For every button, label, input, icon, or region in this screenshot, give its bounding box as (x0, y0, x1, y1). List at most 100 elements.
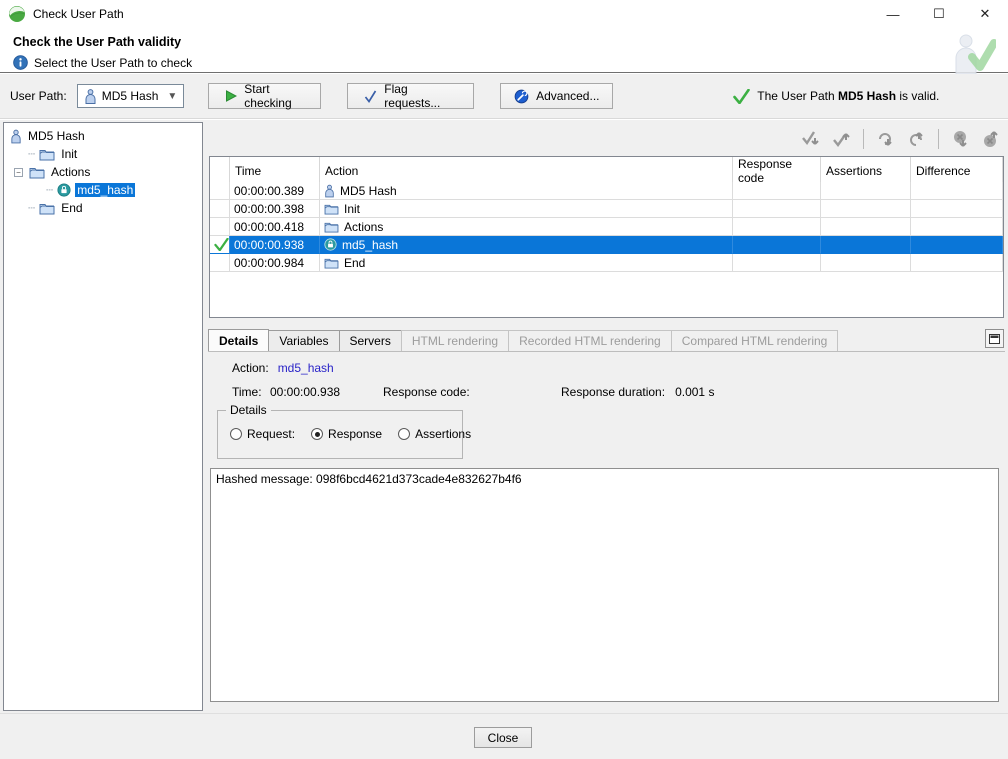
main-area: MD5 Hash ┄ Init − Actions ┄ (0, 120, 1008, 713)
tree-label: End (59, 201, 84, 215)
collapse-expander-icon[interactable]: − (14, 168, 23, 177)
tree-label: Init (59, 147, 79, 161)
play-icon (225, 90, 237, 102)
cell-time: 00:00:00.389 (230, 182, 320, 200)
radio-response-circle[interactable] (311, 428, 323, 440)
column-action[interactable]: Action (320, 157, 733, 185)
info-icon (13, 55, 28, 70)
close-window-button[interactable]: ✕ (962, 0, 1008, 28)
tree-item-init[interactable]: ┄ Init (4, 145, 202, 163)
cell-time: 00:00:00.984 (230, 254, 320, 272)
maximize-button[interactable]: ☐ (916, 0, 962, 28)
table-row[interactable]: 00:00:00.418 Actions (210, 218, 1003, 236)
radio-assertions[interactable]: Assertions (398, 427, 471, 441)
column-response-code[interactable]: Response code (733, 157, 821, 185)
details-tab-content: Action: md5_hash Time: 00:00:00.938 Resp… (208, 351, 1005, 708)
folder-icon (324, 257, 339, 269)
check-flag-icon (364, 90, 377, 103)
request-lock-icon (324, 238, 337, 251)
radio-assertions-circle[interactable] (398, 428, 410, 440)
folder-icon (324, 221, 339, 233)
minimize-button[interactable]: — (870, 0, 916, 28)
footer-bar: Close (0, 713, 1008, 759)
start-checking-button[interactable]: Start checking (208, 83, 321, 109)
user-path-label: User Path: (10, 89, 67, 103)
user-path-tree: MD5 Hash ┄ Init − Actions ┄ (3, 122, 203, 711)
maximize-panel-icon (989, 334, 1000, 344)
user-icon (324, 184, 335, 198)
cell-difference (911, 218, 1003, 236)
tab-html-rendering: HTML rendering (401, 330, 509, 351)
tree-line: ┄ (46, 183, 53, 197)
cell-time: 00:00:00.418 (230, 218, 320, 236)
column-assertions[interactable]: Assertions (821, 157, 911, 185)
valid-watermark-icon (950, 30, 996, 74)
tree-item-actions[interactable]: − Actions (4, 163, 202, 181)
table-row[interactable]: 00:00:00.984 End (210, 254, 1003, 272)
cell-assertions (821, 182, 911, 200)
tree-item-md5-hash[interactable]: ┄ md5_hash (4, 181, 202, 199)
wrench-globe-icon (514, 89, 529, 104)
check-user-path-window: Check User Path — ☐ ✕ Check the User Pat… (0, 0, 1008, 759)
cell-action: md5_hash (320, 236, 733, 254)
response-content-area[interactable]: Hashed message: 098f6bcd4621d373cade4e83… (210, 468, 999, 702)
table-row-selected[interactable]: 00:00:00.938 md5_hash (210, 236, 1003, 254)
cell-response-code (733, 218, 821, 236)
action-value-link[interactable]: md5_hash (278, 361, 334, 375)
tree-item-user-path[interactable]: MD5 Hash (4, 127, 202, 145)
wizard-subtitle: Select the User Path to check (34, 56, 192, 70)
validation-status: The User Path MD5 Hash is valid. (733, 89, 939, 104)
tree-label-selected: md5_hash (75, 183, 135, 197)
folder-icon (29, 166, 45, 179)
column-time[interactable]: Time (230, 157, 320, 185)
tab-compared-html-rendering: Compared HTML rendering (671, 330, 839, 351)
user-path-selected-value: MD5 Hash (102, 89, 159, 103)
status-text: The User Path MD5 Hash is valid. (757, 89, 939, 103)
tree-line: ┄ (28, 147, 35, 161)
folder-icon (39, 202, 55, 215)
previous-error-icon (980, 128, 1002, 150)
folder-icon (39, 148, 55, 161)
app-logo-icon (8, 5, 26, 23)
time-label: Time: (232, 385, 270, 399)
advanced-label: Advanced... (536, 89, 599, 103)
maximize-panel-button[interactable] (985, 329, 1004, 348)
valid-check-icon (214, 238, 229, 251)
advanced-button[interactable]: Advanced... (500, 83, 613, 109)
valid-check-icon (733, 89, 750, 104)
cell-response-code (733, 236, 821, 254)
tab-details[interactable]: Details (208, 329, 269, 351)
cell-response-code (733, 254, 821, 272)
radio-response[interactable]: Response (311, 427, 382, 441)
user-path-select[interactable]: MD5 Hash ▼ (77, 84, 185, 108)
toolbar-separator (863, 129, 864, 149)
start-checking-label: Start checking (244, 82, 304, 110)
cell-assertions (821, 254, 911, 272)
results-area: Time Action Response code Assertions Dif… (208, 120, 1005, 713)
tab-variables[interactable]: Variables (268, 330, 339, 351)
chevron-down-icon: ▼ (167, 91, 177, 102)
column-status[interactable] (210, 157, 230, 185)
cell-difference (911, 200, 1003, 218)
tree-item-end[interactable]: ┄ End (4, 199, 202, 217)
status-user-path-name: MD5 Hash (838, 89, 896, 103)
cell-assertions (821, 218, 911, 236)
cell-action: End (320, 254, 733, 272)
request-lock-icon (57, 183, 71, 197)
radio-request-circle[interactable] (230, 428, 242, 440)
tab-servers[interactable]: Servers (339, 330, 402, 351)
cell-difference (911, 236, 1003, 254)
table-row[interactable]: 00:00:00.389 MD5 Hash (210, 182, 1003, 200)
radio-request[interactable]: Request: (230, 427, 295, 441)
previous-difference-icon (905, 128, 927, 150)
time-value: 00:00:00.938 (270, 385, 383, 399)
close-button[interactable]: Close (474, 727, 532, 748)
table-row[interactable]: 00:00:00.398 Init (210, 200, 1003, 218)
response-code-value (473, 385, 561, 399)
user-icon (84, 89, 97, 104)
detail-tabs: Details Variables Servers HTML rendering… (208, 329, 1005, 351)
cell-time: 00:00:00.398 (230, 200, 320, 218)
cell-difference (911, 254, 1003, 272)
column-difference[interactable]: Difference (911, 157, 1003, 185)
flag-requests-button[interactable]: Flag requests... (347, 83, 474, 109)
